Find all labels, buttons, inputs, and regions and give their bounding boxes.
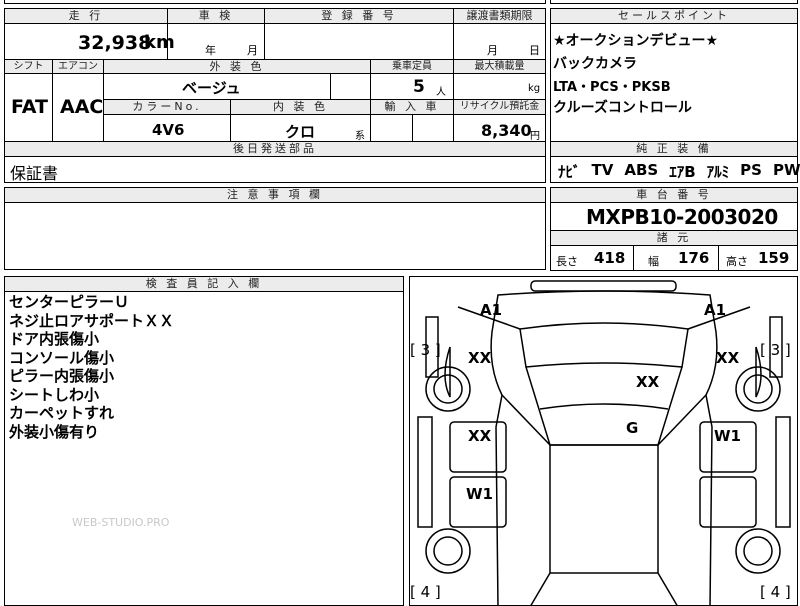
tire-front-right: [ 3 ]	[760, 341, 791, 359]
sales-point-2: バックカメラ	[553, 56, 637, 72]
equipment-alloy: ｱﾙﾐ	[706, 163, 730, 181]
note-line: ドア内張傷小	[9, 330, 100, 348]
notes-header: 注 意 事 項 欄	[4, 187, 546, 203]
damage-roof: XX	[636, 373, 660, 391]
damage-rear-door-left-top: XX	[468, 427, 492, 445]
damage-rear-door-left: W1	[466, 485, 493, 503]
damage-front-door-right: XX	[716, 349, 740, 367]
aircon-header: エアコン	[52, 59, 104, 74]
capacity-header: 乗車定員	[370, 59, 454, 74]
recycle-value: 8,340	[481, 121, 532, 140]
exterior-color-value: ベージュ	[182, 79, 241, 97]
sales-points-section	[550, 8, 798, 142]
mileage-unit: km	[144, 32, 175, 53]
length-value: 418	[594, 249, 626, 267]
interior-color-header: 内 装 色	[230, 99, 371, 115]
capacity-value: 5	[413, 77, 425, 97]
interior-color-value: クロ	[285, 123, 316, 141]
note-line: 外装小傷有り	[9, 422, 100, 441]
sales-point-4: クルーズコントロール	[553, 100, 692, 116]
equipment-header: 純 正 装 備	[550, 141, 798, 157]
transfer-day-unit: 日	[529, 44, 540, 57]
width-value: 176	[678, 249, 710, 267]
equipment-pw: PW	[772, 161, 800, 179]
note-line: カーペットすれ	[9, 404, 115, 422]
inspection-header: 車 検	[167, 8, 265, 24]
note-line: ネジ止ロアサポートＸＸ	[9, 311, 175, 330]
height-value: 159	[758, 249, 790, 267]
exterior-color-header: 外 装 色	[103, 59, 371, 74]
label-a1-right: A1	[704, 301, 727, 319]
capacity-unit: 人	[436, 87, 446, 98]
note-line: ピラー内張傷小	[9, 367, 115, 385]
shift-header: シフト	[4, 59, 53, 74]
parts-value: 保証書	[10, 164, 59, 183]
equipment-abs: ABS	[624, 161, 659, 179]
note-line: センターピラーＵ	[9, 293, 130, 311]
damage-front-door-left: XX	[468, 349, 492, 367]
registration-header: 登 録 番 号	[264, 8, 454, 24]
equipment-nav: ﾅﾋﾞ	[558, 163, 581, 181]
recycle-unit: 円	[530, 131, 540, 142]
dims-header: 諸 元	[550, 230, 798, 246]
top-cut-row	[4, 0, 546, 4]
aircon-value: AAC	[60, 96, 104, 118]
recycle-header: リサイクル預託金	[453, 99, 546, 115]
max-load-header: 最大積載量	[453, 59, 546, 74]
sales-point-3: LTA・PCS・PKSB	[553, 80, 671, 95]
transfer-header: 譲渡書類期限	[453, 8, 546, 24]
mileage-header: 走 行	[4, 8, 168, 24]
import-header: 輸 入 車	[370, 99, 454, 115]
equipment-list: ﾅﾋﾞ TV ABS ｴｱB ｱﾙﾐ PS PW	[558, 161, 800, 182]
interior-color-suffix: 系	[355, 131, 365, 142]
note-line: コンソール傷小	[9, 348, 115, 367]
equipment-tv: TV	[591, 161, 614, 179]
damage-rear-door-right: W1	[714, 427, 741, 445]
watermark: WEB-STUDIO.PRO	[72, 516, 170, 529]
tire-rear-left: [ 4 ]	[410, 583, 441, 601]
vehicle-info-table	[4, 8, 546, 142]
top-cut-row-right	[550, 0, 798, 4]
chassis-header: 車 台 番 号	[550, 187, 798, 203]
transfer-month-unit: 月	[487, 44, 498, 57]
sales-point-1: ★オークションデビュー★	[553, 33, 719, 49]
width-label: 幅	[648, 255, 659, 268]
inspection-month-unit: 月	[247, 44, 258, 57]
color-no-value: 4V6	[152, 121, 185, 139]
damage-glass: G	[626, 419, 639, 437]
color-no-header: カラーNo.	[103, 99, 231, 115]
shift-value: FAT	[11, 96, 48, 118]
car-diagram: A1 A1 [ 3 ] [ 3 ] [ 4 ] [ 4 ] XX XX XX X…	[409, 276, 798, 606]
max-load-unit: kg	[528, 83, 541, 94]
height-label: 高さ	[726, 255, 748, 268]
mileage-value: 32,938	[78, 32, 152, 54]
tire-front-left: [ 3 ]	[410, 341, 441, 359]
chassis-number: MXPB10-2003020	[586, 205, 778, 229]
equipment-airbag: ｴｱB	[669, 163, 696, 181]
inspector-notes-list: センターピラーＵ ネジ止ロアサポートＸＸ ドア内張傷小 コンソール傷小 ピラー内…	[9, 293, 174, 441]
equipment-ps: PS	[740, 161, 762, 179]
length-label: 長さ	[556, 255, 578, 268]
inspection-year-unit: 年	[205, 44, 216, 57]
note-line: シートしわ小	[9, 385, 100, 404]
sales-points-header: セールスポイント	[550, 8, 798, 24]
inspector-header: 検 査 員 記 入 欄	[4, 276, 404, 292]
label-a1-left: A1	[480, 301, 503, 319]
parts-header: 後日発送部品	[4, 141, 546, 157]
tire-rear-right: [ 4 ]	[760, 583, 791, 601]
